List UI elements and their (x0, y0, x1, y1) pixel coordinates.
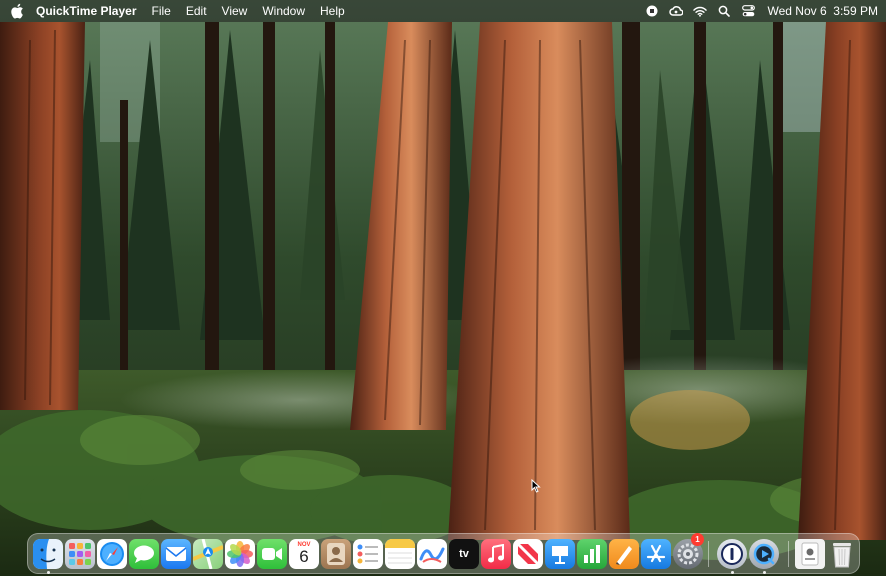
messages-icon[interactable] (129, 539, 159, 569)
trash-icon[interactable] (827, 539, 857, 569)
screen-record-stop-icon[interactable] (645, 4, 659, 18)
clock-date: Wed Nov 6 (767, 4, 827, 18)
menu-app-name[interactable]: QuickTime Player (36, 4, 137, 18)
1password-icon[interactable] (717, 539, 747, 569)
menu-window[interactable]: Window (262, 4, 305, 18)
freeform-icon[interactable] (417, 539, 447, 569)
photos-icon[interactable] (225, 539, 255, 569)
menu-view[interactable]: View (222, 4, 248, 18)
downloads-stack-icon[interactable] (795, 539, 825, 569)
running-indicator (731, 571, 734, 574)
running-indicator (763, 571, 766, 574)
notes-icon[interactable] (385, 539, 415, 569)
clock-time: 3:59 PM (833, 4, 878, 18)
sequoia-forest-wallpaper (0, 0, 886, 576)
apple-tv-icon[interactable]: tv (449, 539, 479, 569)
dock-separator (708, 541, 709, 567)
safari-icon[interactable] (97, 539, 127, 569)
reminders-icon[interactable] (353, 539, 383, 569)
running-indicator (47, 571, 50, 574)
menu-edit[interactable]: Edit (186, 4, 207, 18)
facetime-icon[interactable] (257, 539, 287, 569)
quicktime-icon[interactable] (749, 539, 779, 569)
menu-file[interactable]: File (152, 4, 171, 18)
creative-cloud-icon[interactable] (669, 4, 684, 18)
menu-help[interactable]: Help (320, 4, 345, 18)
menu-bar: QuickTime Player File Edit View Window H… (0, 0, 886, 22)
wifi-icon[interactable] (693, 4, 708, 18)
calendar-day-label: 6 (299, 547, 309, 566)
maps-icon[interactable] (193, 539, 223, 569)
contacts-icon[interactable] (321, 539, 351, 569)
control-center-icon[interactable] (741, 4, 755, 18)
spotlight-search-icon[interactable] (717, 4, 731, 18)
dock: NOV 6 tv 1 (27, 533, 860, 574)
app-store-icon[interactable] (641, 539, 671, 569)
launchpad-icon[interactable] (65, 539, 95, 569)
music-icon[interactable] (481, 539, 511, 569)
pages-icon[interactable] (609, 539, 639, 569)
calendar-icon[interactable]: NOV 6 (289, 539, 319, 569)
notification-badge: 1 (691, 533, 704, 546)
numbers-icon[interactable] (577, 539, 607, 569)
mouse-cursor (531, 479, 541, 493)
tv-label: tv (459, 548, 469, 560)
keynote-icon[interactable] (545, 539, 575, 569)
mail-icon[interactable] (161, 539, 191, 569)
dock-separator (788, 541, 789, 567)
apple-logo-icon[interactable] (10, 3, 24, 19)
menubar-clock[interactable]: Wed Nov 6 3:59 PM (767, 4, 878, 18)
news-icon[interactable] (513, 539, 543, 569)
finder-icon[interactable] (33, 539, 63, 569)
